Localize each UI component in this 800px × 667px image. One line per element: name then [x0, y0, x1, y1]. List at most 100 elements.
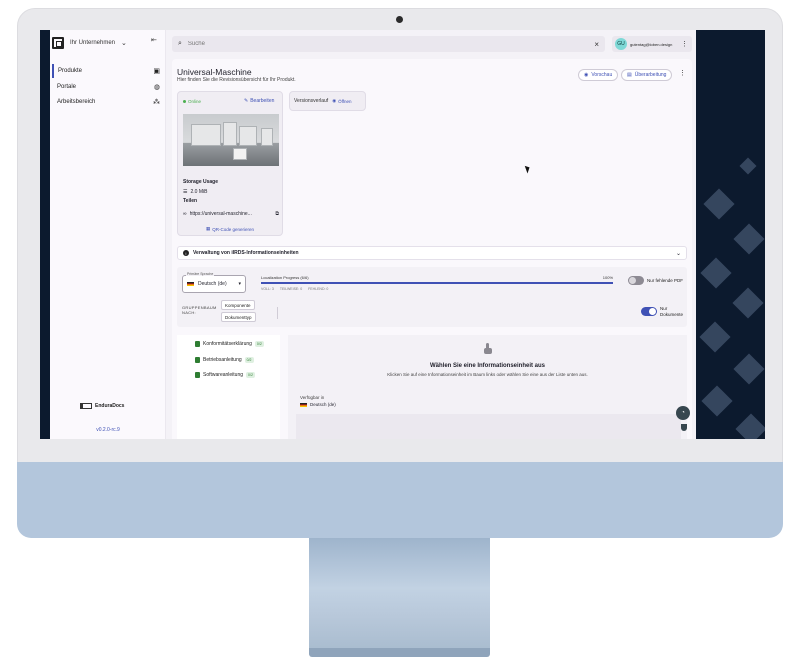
progress-label: Localization Progress (6/6) — [261, 275, 309, 280]
search-input[interactable] — [187, 41, 589, 47]
eye-icon: ◉ — [584, 72, 589, 78]
group-by-doctype-chip[interactable]: Dokumenttyp — [221, 312, 256, 322]
version-history-label: Versionsverlauf — [294, 98, 329, 104]
company-switcher[interactable]: Ihr Unternehmen ⌄ — [52, 34, 127, 52]
close-icon[interactable]: × — [594, 40, 599, 49]
share-title: Teilen — [183, 198, 198, 204]
document-icon: ▤ — [627, 72, 632, 78]
toggle-knob — [629, 277, 636, 284]
count-badge: 0/2 — [244, 357, 254, 363]
copy-icon[interactable]: ⧉ — [275, 211, 279, 217]
company-label: Ihr Unternehmen — [70, 40, 116, 46]
tree-item-betriebsanleitung[interactable]: Betriebsanleitung 0/2 — [195, 357, 254, 363]
user-menu[interactable]: GU gutentag@loben.design ⋮ — [612, 36, 692, 52]
available-language-label: Deutsch (de) — [310, 402, 336, 407]
detail-title: Wählen Sie eine Informationseinheit aus — [429, 363, 546, 369]
localization-progress: Localization Progress (6/6) 100% VOLL: 3… — [261, 275, 613, 291]
iirds-accordion[interactable]: i Verwaltung von iIRDS-Informationseinhe… — [177, 246, 687, 260]
open-version-history-button[interactable]: ◉ Öffnen — [332, 98, 351, 104]
app-window: Ihr Unternehmen ⌄ ⇤ Produkte ▣ Portale ◍… — [50, 30, 696, 439]
missing-pdf-toggle[interactable] — [628, 276, 644, 285]
detail-panel: Wählen Sie eine Informationseinheit aus … — [288, 335, 687, 439]
decor-diamond — [735, 413, 765, 439]
edit-button[interactable]: ✎ Bearbeiten — [244, 98, 274, 104]
count-badge: 0/2 — [254, 341, 264, 347]
touch-icon — [483, 343, 492, 355]
monitor-stand — [309, 538, 490, 650]
only-documents-label-1: Nur — [660, 306, 668, 311]
language-value: Deutsch (de) — [198, 281, 227, 287]
more-vertical-icon[interactable]: ⋮ — [681, 40, 688, 48]
chevron-down-icon: ⌄ — [121, 40, 127, 47]
share-row: ∞ https://universal-maschine... ⧉ — [183, 211, 279, 217]
count-badge: 0/2 — [246, 372, 255, 378]
decor-diamond — [733, 223, 765, 255]
decor-diamond — [732, 287, 764, 319]
tree-item-softwareanleitung[interactable]: Softwareanleitung 0/2 — [195, 372, 255, 378]
tree-item-konformitaetserklaerung[interactable]: Konformitätserklärung 0/2 — [195, 341, 264, 347]
missing-pdf-label: Nur fehlende PDF — [647, 278, 684, 283]
brand-logo: EnduraDocs — [80, 403, 124, 409]
sidebar: Ihr Unternehmen ⌄ ⇤ Produkte ▣ Portale ◍… — [50, 30, 166, 439]
status-label: Online — [188, 99, 202, 104]
only-documents-toggle[interactable] — [641, 307, 657, 316]
document-icon — [195, 372, 200, 378]
shield-icon[interactable] — [681, 424, 687, 431]
storage-title: Storage Usage — [183, 179, 219, 185]
legend-partial: TEILWEISE: 0 — [279, 287, 303, 291]
avatar: GU — [615, 38, 627, 50]
decor-diamond — [701, 385, 733, 417]
page-title: Universal-Maschine — [177, 67, 252, 77]
group-by-component-chip[interactable]: Komponente — [221, 300, 255, 310]
product-box-icon: ▣ — [153, 68, 160, 75]
tree-item-label: Softwareanleitung — [203, 372, 244, 378]
preview-button-label: Vorschau — [591, 72, 613, 78]
chat-button[interactable]: ◔ — [676, 406, 690, 420]
workspace-icon: ⁂ — [153, 99, 160, 106]
storage-value: 2.0 MiB — [190, 189, 208, 195]
sidebar-item-arbeitsbereich[interactable]: Arbeitsbereich ⁂ — [52, 95, 160, 109]
flag-de-icon — [300, 402, 307, 407]
decor-diamond — [700, 257, 732, 289]
open-label: Öffnen — [338, 98, 352, 104]
more-vertical-icon[interactable]: ⋮ — [679, 69, 686, 77]
app-version: v0.2.0-rc.9 — [96, 427, 120, 433]
share-url[interactable]: https://universal-maschine... — [190, 211, 273, 217]
flag-de-icon — [187, 282, 194, 286]
primary-language-select[interactable]: Deutsch (de) ▾ — [182, 275, 246, 293]
chat-icon: ◔ — [681, 410, 685, 416]
caret-down-icon: ▾ — [238, 281, 241, 287]
collapse-sidebar-icon[interactable]: ⇤ — [151, 36, 157, 44]
progress-legend: VOLL: 3 TEILWEISE: 0 FEHLEND: 0 — [261, 287, 613, 291]
preview-button[interactable]: ◉ Vorschau — [578, 69, 619, 81]
qr-code-button[interactable]: ▦ QR-Code generieren — [206, 226, 254, 232]
progress-fill — [261, 282, 613, 284]
search-bar[interactable]: ⌕ × — [172, 36, 605, 52]
version-history-card: Versionsverlauf ◉ Öffnen — [289, 91, 366, 111]
monitor-chin — [17, 462, 783, 538]
logo-text: EnduraDocs — [95, 403, 125, 409]
sidebar-item-label: Produkte — [58, 68, 83, 74]
detail-subtitle: Klicken Sie auf eine Informationseinheit… — [387, 372, 588, 377]
page-subtitle: Hier finden Sie die Revisionsübersicht f… — [177, 77, 296, 83]
building-icon — [52, 37, 64, 49]
decor-diamond — [739, 157, 757, 175]
sidebar-item-produkte[interactable]: Produkte ▣ — [52, 64, 160, 78]
status-dot-icon — [183, 100, 186, 103]
search-icon: ⌕ — [178, 40, 182, 47]
globe-icon: ◍ — [153, 84, 160, 91]
available-in-label: Verfügbar in — [300, 395, 325, 400]
sidebar-item-label: Arbeitsbereich — [57, 99, 96, 105]
storage-icon: ☰ — [183, 189, 188, 195]
sidebar-item-portale[interactable]: Portale ◍ — [52, 80, 160, 94]
only-documents-label-2: Dokumente — [660, 312, 684, 317]
revision-button[interactable]: ▤ Überarbeitung — [621, 69, 673, 81]
revision-button-label: Überarbeitung — [634, 72, 667, 78]
language-caption: Primäre Sprache — [186, 272, 215, 276]
qr-code-icon: ▦ — [206, 226, 211, 231]
tree-item-label: Betriebsanleitung — [203, 357, 242, 363]
product-card: Online ✎ Bearbeiten Storage Usage ☰ 2.0 … — [177, 91, 283, 236]
status-badge: Online — [183, 99, 201, 104]
user-email: gutentag@loben.design — [630, 41, 673, 47]
progress-track — [261, 282, 613, 284]
